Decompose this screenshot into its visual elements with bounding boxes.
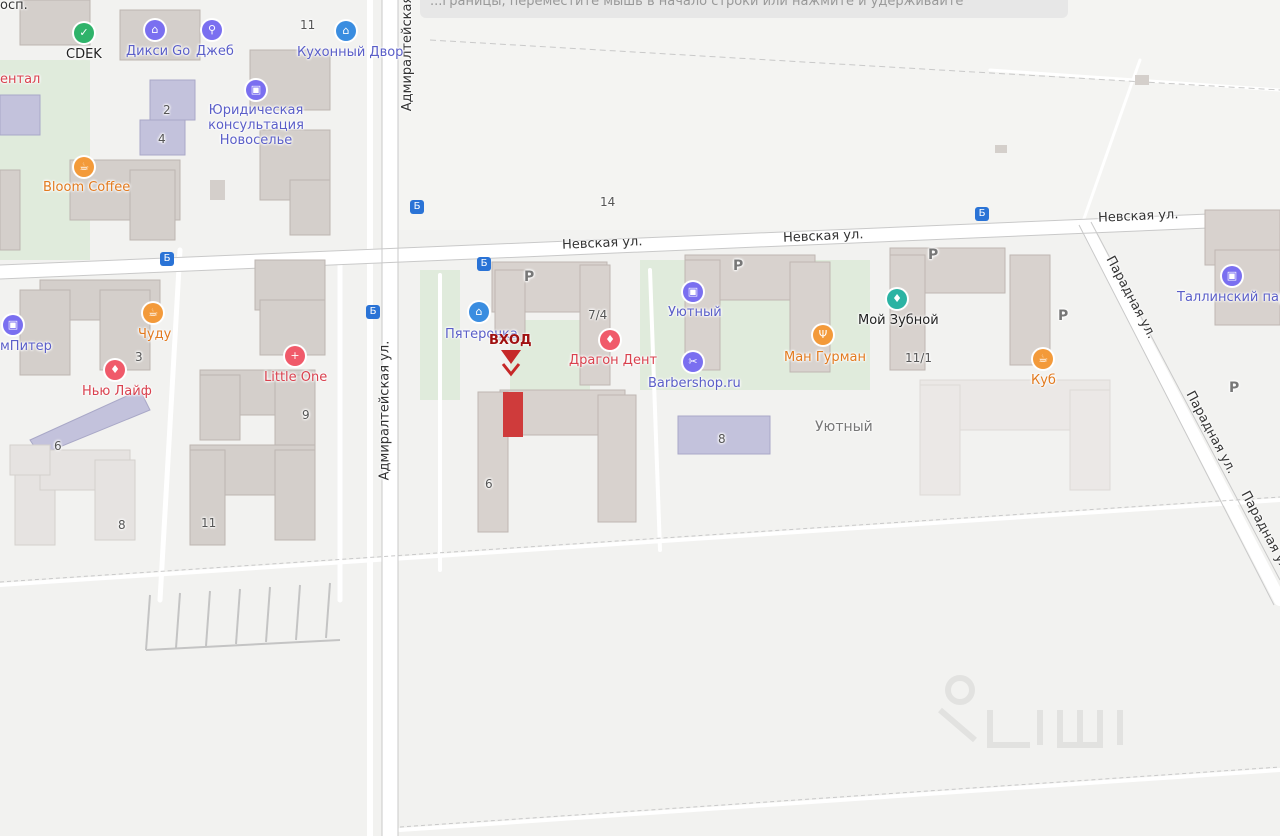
coffee-icon[interactable]: ☕: [143, 303, 163, 323]
bus-stop-icon[interactable]: Б: [366, 305, 380, 319]
briefcase-icon[interactable]: ▣: [3, 315, 23, 335]
house-number: 14: [600, 195, 616, 209]
tooth-icon[interactable]: ♦: [105, 360, 125, 380]
cross-icon[interactable]: +: [285, 346, 305, 366]
basket-icon[interactable]: ⌂: [469, 302, 489, 322]
poi-label-zubnoy[interactable]: Мой Зубной: [858, 313, 939, 328]
poi-label-yurid[interactable]: Юридическая консультация Новоселье: [206, 103, 306, 148]
poi-label-dzheb[interactable]: Джеб: [196, 44, 234, 59]
house-number: 11: [300, 18, 316, 32]
house-number: 2: [163, 103, 171, 117]
house-number: 9: [302, 408, 310, 422]
scissors-icon[interactable]: ✂: [683, 352, 703, 372]
poi-label-dental[interactable]: ентал: [0, 72, 40, 87]
street-label-admiralteyskaya: Адмиралтейская ул.: [377, 340, 393, 481]
street-label-prosp: осп.: [0, 0, 28, 13]
parking-label: P: [928, 247, 939, 263]
tooth-icon[interactable]: ♦: [887, 289, 907, 309]
briefcase-icon[interactable]: ▣: [1222, 266, 1242, 286]
briefcase-icon[interactable]: ▣: [683, 282, 703, 302]
house-number: 7/4: [588, 308, 608, 322]
poi-label-kuhonny[interactable]: Кухонный Двор: [297, 45, 403, 60]
tooth-icon[interactable]: ♦: [600, 330, 620, 350]
house-number: 6: [54, 439, 62, 453]
poi-label-barbershop[interactable]: Barbershop.ru: [648, 376, 741, 391]
dumbbell-icon[interactable]: ⚲: [202, 20, 222, 40]
poi-label-tallinn[interactable]: Таллинский пар: [1177, 290, 1280, 305]
house-number: 8: [718, 432, 726, 446]
poi-label-dragon[interactable]: Драгон Дент: [569, 353, 657, 368]
poi-label-cdek[interactable]: CDEK: [66, 47, 102, 62]
hint-banner: ...границы, переместите мышь в начало ст…: [420, 0, 1068, 18]
parking-label: P: [1229, 380, 1240, 396]
basket-icon[interactable]: ⌂: [145, 20, 165, 40]
coffee-icon[interactable]: ☕: [74, 157, 94, 177]
house-number: 11/1: [905, 351, 932, 365]
poi-label-kub[interactable]: Куб: [1031, 373, 1056, 388]
bus-stop-icon[interactable]: Б: [477, 257, 491, 271]
bus-stop-icon[interactable]: Б: [410, 200, 424, 214]
house-number: 3: [135, 350, 143, 364]
poi-label-diksi[interactable]: Дикси Go: [126, 44, 190, 59]
poi-label-uyutny-shop[interactable]: Уютный: [668, 305, 722, 320]
store-icon[interactable]: ⌂: [336, 21, 356, 41]
poi-label-mangurman[interactable]: Ман Гурман: [784, 350, 866, 365]
house-number: 11: [201, 516, 217, 530]
briefcase-icon[interactable]: ▣: [246, 80, 266, 100]
poi-label-littleone[interactable]: Little One: [264, 370, 327, 385]
map-canvas[interactable]: [0, 0, 1280, 836]
house-number: 6: [485, 477, 493, 491]
fork-knife-icon[interactable]: Ψ: [813, 325, 833, 345]
house-number: 4: [158, 132, 166, 146]
parking-label: P: [524, 269, 535, 285]
poi-label-chudu[interactable]: Чуду: [138, 327, 171, 342]
entrance-arrow-icon: [501, 350, 521, 377]
parking-label: P: [1058, 308, 1069, 324]
area-label-uyutny: Уютный: [815, 419, 873, 435]
poi-label-bloom[interactable]: Bloom Coffee: [43, 180, 130, 195]
bus-stop-icon[interactable]: Б: [975, 207, 989, 221]
bus-stop-icon[interactable]: Б: [160, 252, 174, 266]
poi-label-mpiter[interactable]: мПитер: [0, 339, 52, 354]
parking-label: P: [733, 258, 744, 274]
entrance-label: ВХОД: [489, 333, 532, 348]
delivery-icon[interactable]: ✓: [74, 23, 94, 43]
house-number: 8: [118, 518, 126, 532]
coffee-icon[interactable]: ☕: [1033, 349, 1053, 369]
poi-label-nyulaif[interactable]: Нью Лайф: [82, 384, 152, 399]
